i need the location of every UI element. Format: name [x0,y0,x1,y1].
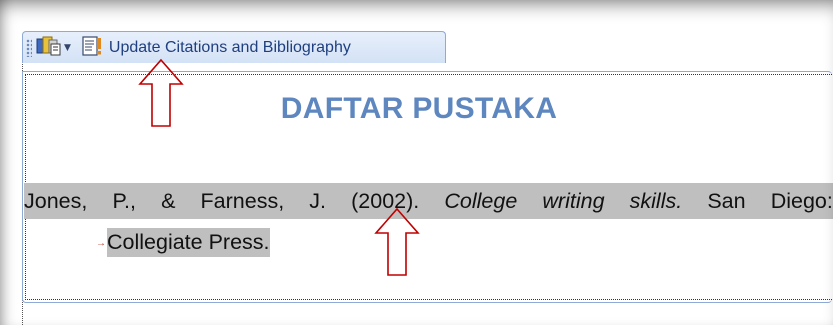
entry-word: writing [542,188,605,213]
toolbar-grip-handle[interactable] [26,38,32,57]
entry-word: Jones, [24,188,88,213]
entry-word: Farness, [200,188,285,213]
entry-word: J. [309,188,327,213]
bibliography-toolbar: ▼ Update Citations and Bibliography [22,31,446,63]
update-citations-button[interactable]: Update Citations and Bibliography [81,35,351,61]
arrow-up-toolbar [138,58,184,127]
update-citations-label: Update Citations and Bibliography [108,38,351,56]
bibliography-sources-icon [36,35,62,61]
bibliography-entry-line2-text: Collegiate Press. [107,227,270,257]
entry-word: skills. [629,188,683,213]
entry-word: College [444,188,518,213]
bibliography-entry-line2: → Collegiate Press. [96,226,270,258]
bibliography-heading: DAFTAR PUSTAKA [280,92,558,125]
update-document-icon [81,35,103,61]
bibliographies-dropdown-button[interactable]: ▼ [36,35,71,61]
tab-arrow-icon: → [96,237,106,249]
arrow-up-entry [374,207,420,276]
entry-word: & [161,188,176,213]
bibliography-entry-line1: Jones, P., & Farness, J. (2002). College writin… [24,183,833,219]
entry-word: P., [112,188,136,213]
chevron-down-icon: ▼ [64,42,71,53]
entry-word: San [707,188,746,213]
entry-word: Diego: [770,188,833,213]
